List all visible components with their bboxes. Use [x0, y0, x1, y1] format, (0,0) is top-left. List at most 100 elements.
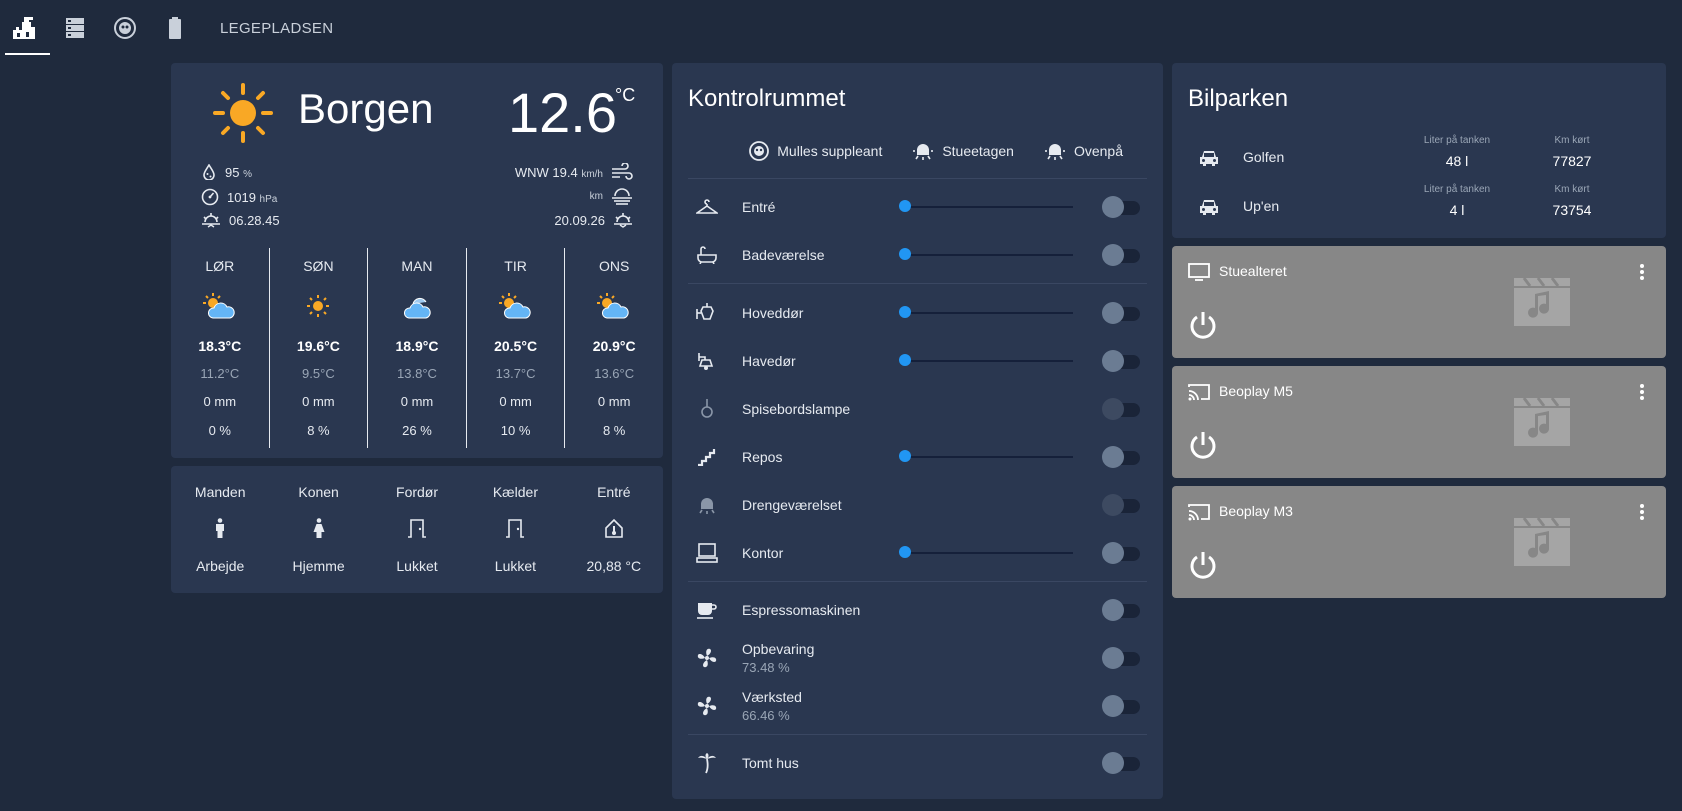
- movie-music-icon: [1510, 276, 1574, 333]
- fuel-value: 48 l: [1445, 153, 1469, 169]
- robot-vacuum-icon[interactable]: [100, 0, 150, 56]
- cloudy-icon: [368, 286, 466, 326]
- wind-value: WNW 19.4: [514, 164, 578, 180]
- car-km: Km kørt 73754: [1522, 184, 1622, 218]
- weather-card[interactable]: Borgen 12.6 °C 95 % 1019 hPa 06.28.45 WN…: [171, 63, 663, 458]
- km-value: 73754: [1552, 202, 1592, 218]
- more-vertical-icon[interactable]: [1640, 504, 1644, 525]
- entity-name: Badeværelse: [742, 247, 825, 263]
- entity-secondary: 66.46 %: [742, 708, 790, 723]
- entity-name: Værksted: [742, 689, 802, 705]
- humidity-value: 95: [225, 164, 240, 180]
- power-button[interactable]: [1188, 550, 1218, 585]
- forecast-high: 20.5°C: [494, 338, 538, 354]
- battery-icon[interactable]: [150, 0, 200, 56]
- sunny-icon: [211, 81, 275, 150]
- man-icon: [171, 508, 269, 548]
- fan-icon: [672, 695, 742, 717]
- entity-name: Repos: [742, 449, 783, 465]
- brightness-slider[interactable]: [899, 354, 1073, 366]
- km-value: 77827: [1552, 153, 1592, 169]
- toggle-switch[interactable]: [1102, 494, 1140, 516]
- server-icon[interactable]: [50, 0, 100, 56]
- humidity-unit: %: [243, 168, 252, 180]
- entity-name: Espressomaskinen: [742, 602, 861, 618]
- toggle-switch[interactable]: [1102, 398, 1140, 420]
- gauge-icon: [201, 188, 219, 206]
- toggle-switch[interactable]: [1102, 599, 1140, 621]
- brightness-slider[interactable]: [899, 546, 1073, 558]
- slider-knob[interactable]: [899, 546, 911, 558]
- forecast-chance: 8 %: [307, 423, 330, 438]
- more-vertical-icon[interactable]: [1640, 384, 1644, 405]
- forecast-high: 20.9°C: [592, 338, 636, 354]
- media-player-name: Beoplay M3: [1219, 503, 1293, 519]
- entity-row: Drengeværelset: [672, 485, 1163, 525]
- castle-icon[interactable]: [0, 0, 50, 56]
- media-player-card[interactable]: Beoplay M5: [1172, 366, 1666, 478]
- slider-knob[interactable]: [899, 306, 911, 318]
- header-button-label: Mulles suppleant: [777, 143, 883, 159]
- header-button-label: Ovenpå: [1073, 143, 1123, 159]
- glance-name: Fordør: [396, 484, 439, 500]
- forecast-day-name: LØR: [205, 258, 235, 274]
- brightness-slider[interactable]: [899, 306, 1073, 318]
- wall-lamp-icon: [672, 351, 742, 371]
- cast-icon: [1188, 382, 1210, 407]
- toggle-switch[interactable]: [1102, 695, 1140, 717]
- slider-knob[interactable]: [899, 354, 911, 366]
- toggle-switch[interactable]: [1102, 350, 1140, 372]
- forecast-day: ONS 20.9°C 13.6°C 0 mm 8 %: [564, 248, 663, 448]
- weather-city: Borgen: [298, 85, 434, 132]
- entity-row: Havedør: [672, 341, 1163, 381]
- media-player-card[interactable]: Beoplay M3: [1172, 486, 1666, 598]
- glance-item[interactable]: Konen Hjemme: [269, 466, 367, 593]
- header-button-ovenpa[interactable]: Ovenpå: [1044, 141, 1123, 161]
- slider-knob[interactable]: [899, 200, 911, 212]
- forecast-low: 13.7°C: [495, 366, 536, 381]
- toggle-switch[interactable]: [1102, 446, 1140, 468]
- media-player-card[interactable]: Stuealteret: [1172, 246, 1666, 358]
- power-button[interactable]: [1188, 310, 1218, 345]
- toggle-switch[interactable]: [1102, 647, 1140, 669]
- car-row[interactable]: Golfen Liter på tanken 48 l Km kørt 7782…: [1172, 135, 1666, 183]
- forecast-high: 18.9°C: [395, 338, 439, 354]
- car-row[interactable]: Up'en Liter på tanken 4 l Km kørt 73754: [1172, 184, 1666, 232]
- brightness-slider[interactable]: [899, 248, 1073, 260]
- sunny-icon: [270, 286, 368, 326]
- header-button-stueetagen[interactable]: Stueetagen: [912, 141, 1014, 161]
- entity-row: Badeværelse: [672, 235, 1163, 275]
- pressure-unit: hPa: [259, 193, 278, 205]
- top-tab-bar: LEGEPLADSEN: [0, 0, 1682, 56]
- car-icon: [1198, 198, 1220, 221]
- toggle-switch[interactable]: [1102, 196, 1140, 218]
- media-player-name: Stuealteret: [1219, 263, 1287, 279]
- forecast-precip: 0 mm: [302, 394, 335, 409]
- brightness-slider[interactable]: [899, 200, 1073, 212]
- hanger-icon: [672, 199, 742, 215]
- forecast-chance: 8 %: [602, 423, 626, 438]
- cars-card: Bilparken Golfen Liter på tanken 48 l Km…: [1172, 63, 1666, 238]
- slider-knob[interactable]: [899, 450, 911, 462]
- slider-knob[interactable]: [899, 248, 911, 260]
- tab-legepladsen[interactable]: LEGEPLADSEN: [220, 20, 333, 37]
- power-button[interactable]: [1188, 430, 1218, 465]
- toggle-switch[interactable]: [1102, 244, 1140, 266]
- toggle-switch[interactable]: [1102, 752, 1140, 774]
- entity-name: Tomt hus: [742, 755, 799, 771]
- desktop-icon: [672, 543, 742, 563]
- forecast-precip: 0 mm: [597, 394, 631, 409]
- sunset-row: 20.09.26: [554, 212, 633, 228]
- glance-item[interactable]: Manden Arbejde: [171, 466, 269, 593]
- glance-item[interactable]: Kælder Lukket: [466, 466, 564, 593]
- fan-icon: [672, 647, 742, 669]
- toggle-switch[interactable]: [1102, 542, 1140, 564]
- header-button-vacuum[interactable]: Mulles suppleant: [749, 141, 882, 161]
- glance-item[interactable]: Fordør Lukket: [368, 466, 466, 593]
- glance-item[interactable]: Entré 20,88 °C: [565, 466, 663, 593]
- toggle-switch[interactable]: [1102, 302, 1140, 324]
- ceiling-light-icon: [672, 495, 742, 515]
- entity-row: Hoveddør: [672, 293, 1163, 333]
- brightness-slider[interactable]: [899, 450, 1073, 462]
- more-vertical-icon[interactable]: [1640, 264, 1644, 285]
